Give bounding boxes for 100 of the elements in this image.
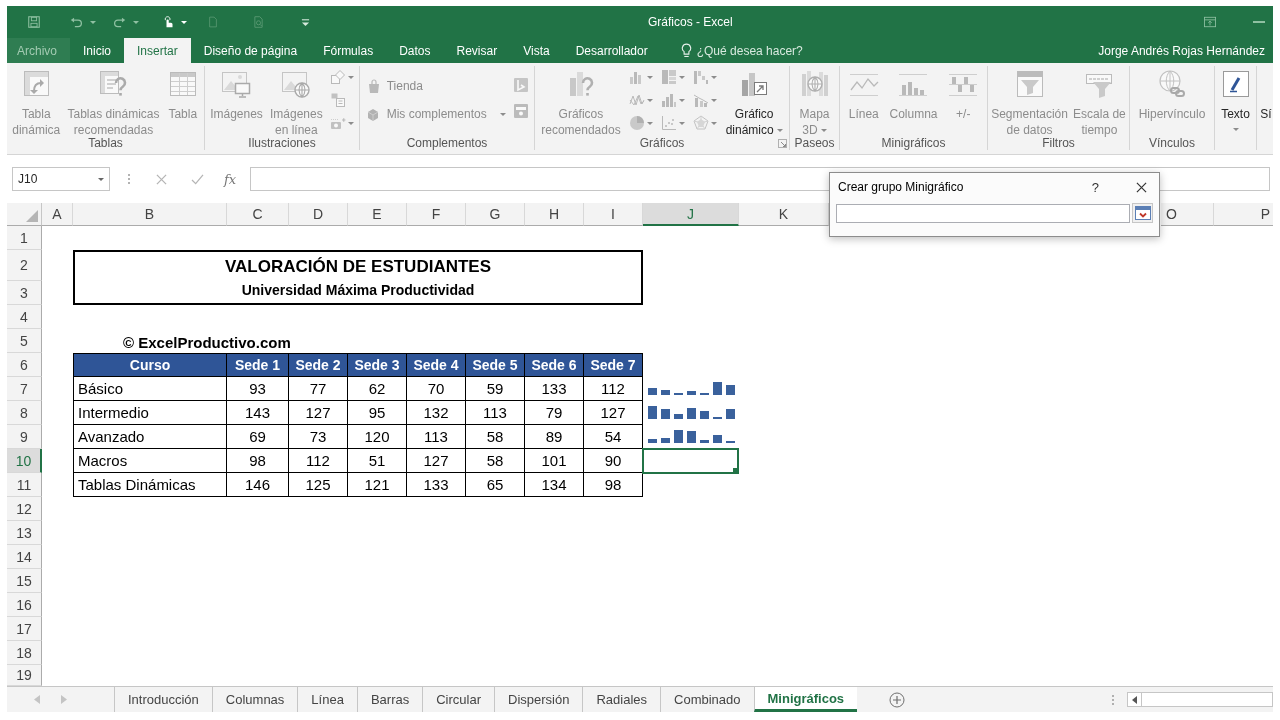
grip-icon[interactable] <box>1111 693 1115 706</box>
row-header[interactable]: 3 <box>7 281 42 305</box>
ribbon-tab[interactable]: Diseño de página <box>190 38 311 63</box>
sheet-tab[interactable]: Circular <box>422 687 494 712</box>
ribbon-tab[interactable]: Desarrollador <box>562 38 661 63</box>
scroll-left-icon[interactable] <box>1132 695 1137 704</box>
shapes-icon <box>329 69 346 85</box>
row-header[interactable]: 17 <box>7 617 42 641</box>
row-header[interactable]: 10 <box>7 449 42 473</box>
tell-me-field[interactable]: ¿Qué desea hacer? <box>696 38 809 63</box>
chart-tile-icon <box>513 103 530 119</box>
row-header[interactable]: 1 <box>7 226 42 250</box>
insert-function-button[interactable]: fx <box>222 171 239 187</box>
row-header[interactable]: 6 <box>7 353 42 377</box>
ribbon-tab[interactable]: Revisar <box>443 38 511 63</box>
column-header[interactable]: I <box>584 203 643 226</box>
sheet-tab[interactable]: Dispersión <box>494 687 583 712</box>
sheet-tab[interactable]: Minigráficos <box>753 687 858 712</box>
hand-pointer-icon[interactable] <box>162 15 174 29</box>
row-header[interactable]: 18 <box>7 641 42 665</box>
line-chart-icon <box>628 92 645 108</box>
row-header[interactable]: 13 <box>7 521 42 545</box>
radar-chart-icon <box>693 115 710 131</box>
previous-sheet-icon[interactable] <box>34 695 40 704</box>
caret-icon[interactable] <box>90 20 96 24</box>
ribbon-button[interactable]: Gráfico dinámico <box>723 66 785 138</box>
column-header[interactable]: O <box>1161 203 1214 226</box>
ribbon-tab[interactable]: Insertar <box>124 38 191 63</box>
sheet-tab[interactable]: Combinado <box>660 687 754 712</box>
new-document-icon[interactable] <box>207 15 219 29</box>
user-name[interactable]: Jorge Andrés Rojas Hernández <box>1098 43 1265 58</box>
table-cell: Intermedio <box>73 401 227 425</box>
select-all-button[interactable] <box>7 203 42 226</box>
save-icon[interactable] <box>27 15 41 29</box>
new-sheet-icon[interactable] <box>889 691 906 708</box>
close-icon[interactable] <box>1136 181 1147 193</box>
table-cell: 120 <box>348 425 407 449</box>
table-header-cell: Curso <box>73 353 227 377</box>
row-header[interactable]: 11 <box>7 473 42 497</box>
column-header[interactable]: H <box>525 203 584 226</box>
horizontal-scrollbar[interactable] <box>1127 692 1273 707</box>
caret-icon[interactable] <box>98 177 104 181</box>
caret-icon[interactable] <box>133 20 139 24</box>
cancel-icon[interactable] <box>156 173 167 185</box>
lightbulb-icon <box>680 43 692 58</box>
row-header[interactable]: 5 <box>7 329 42 353</box>
row-header[interactable]: 16 <box>7 593 42 617</box>
table-header-cell: Sede 1 <box>227 353 289 377</box>
minimize-icon[interactable] <box>1253 21 1265 23</box>
ribbon-button[interactable]: Texto <box>1217 66 1254 131</box>
column-header[interactable]: J <box>643 203 739 226</box>
column-header[interactable]: P <box>1214 203 1273 226</box>
column-header[interactable]: D <box>289 203 348 226</box>
column-header[interactable]: C <box>227 203 289 226</box>
next-sheet-icon[interactable] <box>61 695 67 704</box>
row-header[interactable]: 9 <box>7 425 42 449</box>
ribbon-display-icon[interactable] <box>1203 16 1217 28</box>
row-header[interactable]: 8 <box>7 401 42 425</box>
table-header-cell: Sede 6 <box>525 353 584 377</box>
column-header[interactable]: B <box>73 203 227 226</box>
row-header[interactable]: 15 <box>7 569 42 593</box>
copyright-text: © ExcelProductivo.com <box>123 334 291 351</box>
grip-icon[interactable] <box>127 173 131 185</box>
row-header[interactable]: 14 <box>7 545 42 569</box>
ribbon-tab[interactable]: Fórmulas <box>310 38 387 63</box>
column-header[interactable]: F <box>407 203 466 226</box>
column-header[interactable]: G <box>466 203 525 226</box>
table-cell: 125 <box>289 473 348 497</box>
statistic-chart-icon <box>661 92 678 108</box>
ribbon-button[interactable]: Sí <box>1258 66 1272 122</box>
sheet-tab[interactable]: Línea <box>297 687 357 712</box>
column-header[interactable]: K <box>739 203 829 226</box>
table-header-cell: Sede 3 <box>348 353 407 377</box>
sheet-tab[interactable]: Radiales <box>582 687 660 712</box>
row-header[interactable]: 12 <box>7 497 42 521</box>
column-header[interactable]: A <box>42 203 73 226</box>
redo-icon[interactable] <box>113 15 126 29</box>
check-icon[interactable] <box>191 173 204 185</box>
row-header[interactable]: 7 <box>7 377 42 401</box>
ribbon-tab[interactable]: Inicio <box>70 38 125 63</box>
help-button[interactable]: ? <box>1088 179 1102 195</box>
ribbon-tab[interactable]: Datos <box>386 38 444 63</box>
table-cell: 69 <box>227 425 289 449</box>
sheet-tab[interactable]: Barras <box>356 687 423 712</box>
name-box[interactable]: J10 <box>12 167 110 191</box>
range-select-button[interactable] <box>1132 203 1153 223</box>
table-cell: Macros <box>73 449 227 473</box>
range-field[interactable] <box>836 203 1130 223</box>
customize-toolbar-icon[interactable] <box>301 17 310 27</box>
ribbon-tab[interactable]: Vista <box>510 38 563 63</box>
row-header[interactable]: 4 <box>7 305 42 329</box>
undo-icon[interactable] <box>70 15 83 29</box>
column-header[interactable]: E <box>348 203 407 226</box>
print-preview-icon[interactable] <box>252 15 265 29</box>
sheet-tab[interactable]: Columnas <box>211 687 298 712</box>
row-header[interactable]: 19 <box>7 665 42 686</box>
table-cell: 73 <box>289 425 348 449</box>
row-header[interactable]: 2 <box>7 250 42 281</box>
sheet-tab[interactable]: Introducción <box>114 687 212 712</box>
dialog-launcher-icon[interactable] <box>778 139 787 148</box>
